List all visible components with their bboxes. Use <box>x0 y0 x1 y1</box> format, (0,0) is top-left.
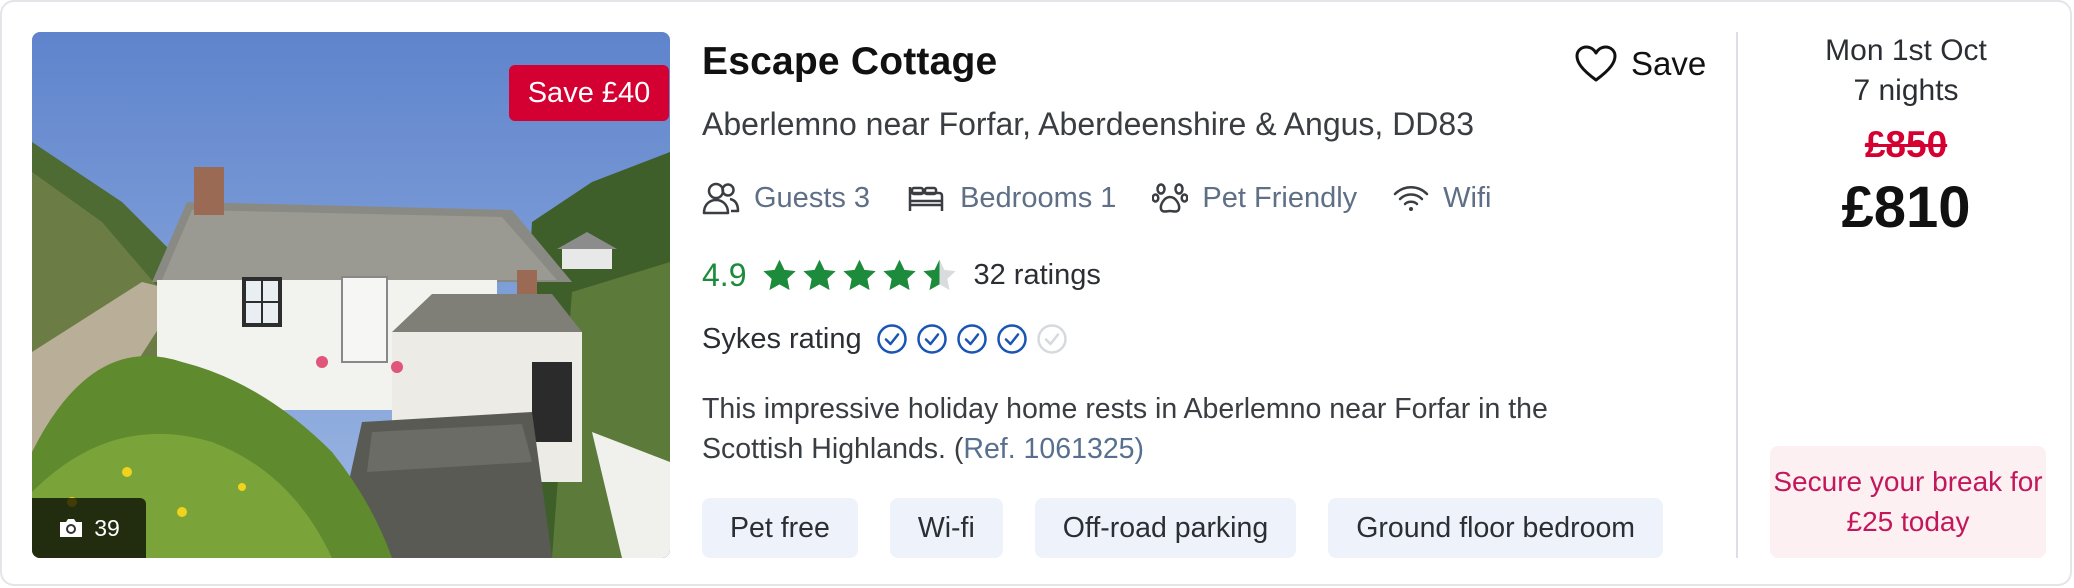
feature-bedrooms: Bedrooms 1 <box>906 182 1116 215</box>
guests-icon <box>702 182 740 215</box>
sykes-rating-label: Sykes rating <box>702 322 862 355</box>
current-price: £810 <box>1841 175 1971 240</box>
property-title[interactable]: Escape Cottage <box>702 40 997 84</box>
amenity-tag: Ground floor bedroom <box>1328 498 1664 558</box>
sykes-rating-row: Sykes rating <box>702 316 1068 362</box>
reference-close: ) <box>1134 433 1145 465</box>
feature-pet-friendly: Pet Friendly <box>1152 181 1357 215</box>
feature-label: Guests 3 <box>754 181 871 214</box>
stay-length: 7 nights <box>1853 74 1959 107</box>
paw-icon <box>1152 183 1189 213</box>
star-icon <box>883 259 917 290</box>
reference-link[interactable]: Ref. 1061325 <box>963 433 1134 465</box>
column-divider <box>1736 32 1738 558</box>
amenity-tags: Pet free Wi-fi Off-road parking Ground f… <box>702 498 1664 558</box>
feature-label: Wifi <box>1443 181 1492 214</box>
star-icon <box>803 259 837 290</box>
discount-badge: Save £40 <box>509 65 669 121</box>
feature-label: Bedrooms 1 <box>960 181 1117 214</box>
property-location: Aberlemno near Forfar, Aberdeenshire & A… <box>702 106 1474 142</box>
star-rating <box>762 258 957 293</box>
wifi-icon <box>1393 186 1429 211</box>
bed-icon <box>908 186 944 211</box>
sykes-check-icon <box>876 324 907 354</box>
heart-icon <box>1575 45 1617 82</box>
feature-wifi: Wifi <box>1393 182 1491 215</box>
star-icon <box>763 259 797 290</box>
amenity-tag: Wi-fi <box>889 498 1003 558</box>
sykes-rating-dots <box>876 323 1068 355</box>
sykes-check-icon <box>996 324 1027 354</box>
amenity-tag: Pet free <box>702 498 858 558</box>
photo-count: 39 <box>94 514 120 541</box>
sykes-empty-check-icon <box>1036 324 1067 354</box>
feature-list: Guests 3 Bedrooms 1 Pet Friendly Wifi <box>702 174 1491 222</box>
original-price: £850 <box>1864 124 1948 165</box>
star-icon <box>923 259 957 290</box>
sykes-check-icon <box>956 324 987 354</box>
rating-score: 4.9 <box>702 256 747 293</box>
rating-count: 32 ratings <box>973 258 1101 291</box>
property-card: Save £40 39 Escape Cottage Save Aberlemn… <box>0 0 2072 586</box>
rating-row[interactable]: 4.9 32 ratings <box>702 252 1101 298</box>
property-photo[interactable]: Save £40 39 <box>32 32 670 558</box>
photo-count-button[interactable]: 39 <box>32 498 146 558</box>
save-label: Save <box>1631 45 1707 82</box>
amenity-tag: Off-road parking <box>1034 498 1297 558</box>
feature-guests: Guests 3 <box>702 181 870 215</box>
save-button[interactable]: Save <box>1575 40 1706 88</box>
sykes-check-icon <box>916 324 947 354</box>
deposit-offer-button[interactable]: Secure your break for £25 today <box>1770 446 2046 558</box>
star-icon <box>843 259 877 290</box>
property-description: This impressive holiday home rests in Ab… <box>702 389 1642 469</box>
feature-label: Pet Friendly <box>1202 181 1358 214</box>
camera-icon <box>60 519 83 537</box>
arrival-date: Mon 1st Oct <box>1825 34 1987 67</box>
